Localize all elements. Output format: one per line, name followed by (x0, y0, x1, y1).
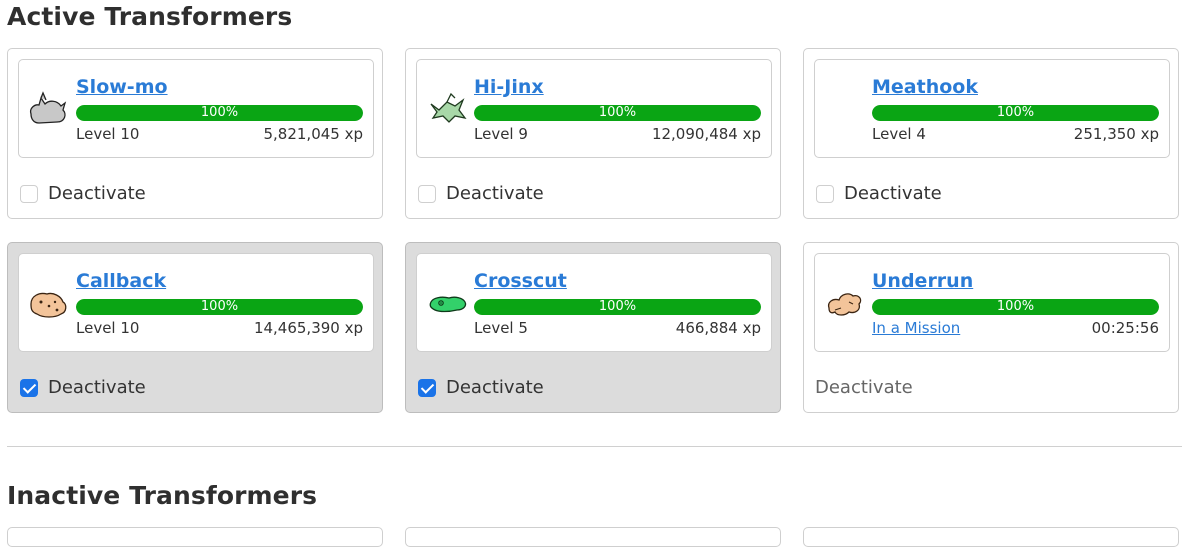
transformer-info: Callback 100% Level 10 14,465,390 xp (18, 253, 374, 352)
experience-progress-bar: 100% (76, 105, 363, 121)
transformer-card (7, 527, 383, 547)
level-label: Level 9 (474, 125, 528, 143)
inactive-transformers-heading: Inactive Transformers (7, 481, 318, 510)
experience-progress-bar: 100% (76, 299, 363, 315)
deactivate-checkbox[interactable] (20, 379, 38, 397)
transformer-card: Crosscut 100% Level 5 466,884 xp Deactiv… (405, 242, 781, 413)
transformer-info: Underrun 100% In a Mission 00:25:56 (814, 253, 1170, 352)
in-mission-link[interactable]: In a Mission (872, 319, 960, 337)
deactivate-checkbox[interactable] (816, 185, 834, 203)
progress-fill: 100% (76, 299, 363, 315)
transformer-name-link[interactable]: Hi-Jinx (474, 76, 544, 98)
progress-fill: 100% (872, 105, 1159, 121)
progress-fill: 100% (872, 299, 1159, 315)
transformer-name-link[interactable]: Slow-mo (76, 76, 168, 98)
transformer-card: Underrun 100% In a Mission 00:25:56 Deac… (803, 242, 1179, 413)
xp-label: 251,350 xp (1073, 125, 1159, 143)
deactivate-label[interactable]: Deactivate (446, 377, 544, 398)
deactivate-label[interactable]: Deactivate (844, 183, 942, 204)
transformer-card: Slow-mo 100% Level 10 5,821,045 xp Deact… (7, 48, 383, 219)
experience-progress-bar: 100% (872, 299, 1159, 315)
transformer-name-link[interactable]: Crosscut (474, 270, 567, 292)
xp-label: 12,090,484 xp (651, 125, 761, 143)
transformer-info: Crosscut 100% Level 5 466,884 xp (416, 253, 772, 352)
transformer-card (803, 527, 1179, 547)
deactivate-checkbox[interactable] (418, 379, 436, 397)
experience-progress-bar: 100% (474, 299, 761, 315)
level-label: Level 5 (474, 319, 528, 337)
transformer-name-link[interactable]: Meathook (872, 76, 978, 98)
level-label: Level 10 (76, 125, 140, 143)
level-label: Level 4 (872, 125, 926, 143)
deactivate-label[interactable]: Deactivate (446, 183, 544, 204)
transformer-card: Hi-Jinx 100% Level 9 12,090,484 xp Deact… (405, 48, 781, 219)
active-transformers-heading: Active Transformers (7, 2, 293, 31)
transformer-info: Slow-mo 100% Level 10 5,821,045 xp (18, 59, 374, 158)
crosscut-icon (429, 296, 467, 313)
xp-label: 466,884 xp (675, 319, 761, 337)
deactivate-label[interactable]: Deactivate (48, 377, 146, 398)
transformer-name-link[interactable]: Underrun (872, 270, 973, 292)
underrun-icon (827, 293, 862, 316)
section-divider (7, 446, 1182, 447)
progress-fill: 100% (474, 299, 761, 315)
deactivate-checkbox[interactable] (20, 185, 38, 203)
transformer-name-link[interactable]: Callback (76, 270, 166, 292)
level-label: Level 10 (76, 319, 140, 337)
deactivate-label: Deactivate (815, 377, 913, 398)
xp-label: 14,465,390 xp (253, 319, 363, 337)
progress-fill: 100% (76, 105, 363, 121)
slow-mo-icon (29, 91, 67, 124)
deactivate-checkbox[interactable] (418, 185, 436, 203)
progress-fill: 100% (474, 105, 761, 121)
hi-jinx-icon (430, 92, 467, 123)
experience-progress-bar: 100% (474, 105, 761, 121)
deactivate-label[interactable]: Deactivate (48, 183, 146, 204)
callback-icon (30, 292, 67, 318)
transformer-card: Meathook 100% Level 4 251,350 xp Deactiv… (803, 48, 1179, 219)
xp-label: 5,821,045 xp (263, 125, 363, 143)
transformer-info: Meathook 100% Level 4 251,350 xp (814, 59, 1170, 158)
transformer-info: Hi-Jinx 100% Level 9 12,090,484 xp (416, 59, 772, 158)
mission-timer: 00:25:56 (1091, 319, 1159, 337)
transformer-card: Callback 100% Level 10 14,465,390 xp Dea… (7, 242, 383, 413)
experience-progress-bar: 100% (872, 105, 1159, 121)
transformer-card (405, 527, 781, 547)
